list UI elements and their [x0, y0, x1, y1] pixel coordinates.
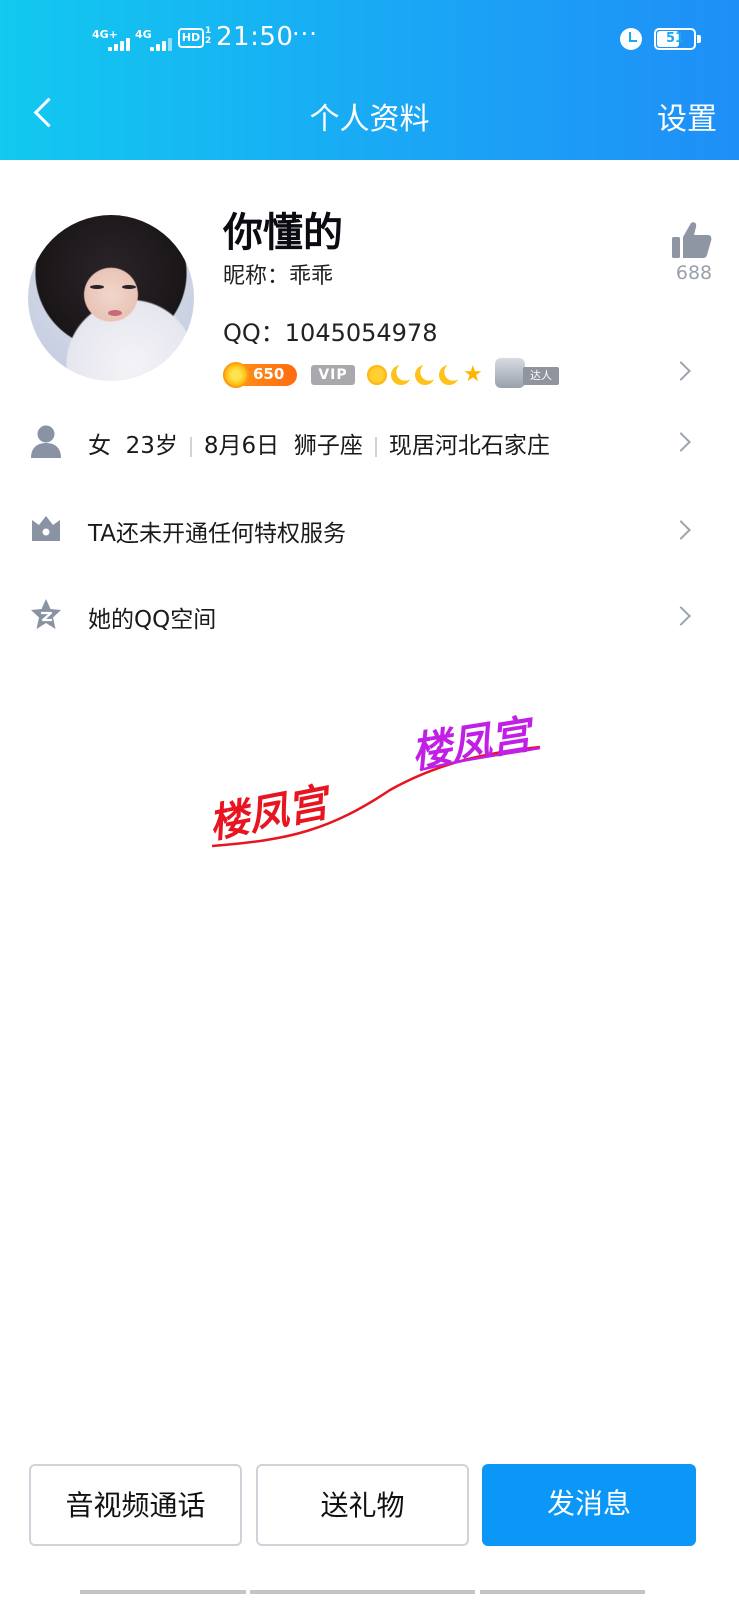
chevron-right-icon [671, 520, 691, 540]
more-notifications-icon: ··· [292, 20, 318, 48]
chevron-right-icon [671, 606, 691, 626]
alarm-icon [620, 28, 642, 50]
home-indicator [80, 1590, 246, 1594]
vip-badge: VIP [311, 365, 355, 385]
profile-name: 你懂的 [223, 210, 343, 256]
send-message-button[interactable]: 发消息 [482, 1464, 696, 1546]
privilege-text: TA还未开通任何特权服务 [88, 521, 346, 547]
qzone-text: 她的QQ空间 [88, 607, 217, 633]
profile-qq-number[interactable]: QQ：1045054978 [223, 313, 437, 348]
chevron-right-icon [671, 432, 691, 452]
send-gift-button[interactable]: 送礼物 [256, 1464, 469, 1546]
age: 23岁 [125, 433, 178, 459]
home-indicator [480, 1590, 645, 1594]
watermark-text-1: 楼凤宫 [205, 779, 336, 848]
qzone-row[interactable]: 她的QQ空间 [0, 584, 739, 644]
gender: 女 [88, 433, 111, 459]
crown-icon [32, 516, 60, 541]
star-level-icon: ★ [463, 362, 483, 387]
settings-button[interactable]: 设置 [657, 94, 717, 138]
signal-icon [108, 38, 130, 51]
battery-level: 51 [665, 31, 685, 46]
hd-sub-label: 12 [205, 26, 212, 46]
sun-level-icon [367, 365, 387, 385]
top-header: 4G+ 4G HD 12 21:50 ··· 51 个人资料 设置 [0, 0, 739, 160]
basic-info-row[interactable]: 女 23岁 8月6日 狮子座 现居河北石家庄 [0, 410, 739, 470]
status-bar: 4G+ 4G HD 12 21:50 ··· 51 [0, 20, 739, 62]
zodiac: 狮子座 [293, 433, 363, 459]
thumbs-up-icon [672, 222, 712, 258]
qzone-star-icon [31, 599, 61, 629]
privilege-row[interactable]: TA还未开通任何特权服务 [0, 498, 739, 558]
daren-label: 达人 [523, 367, 559, 385]
avatar[interactable] [28, 215, 194, 381]
location: 现居河北石家庄 [388, 433, 550, 459]
badge-row[interactable]: 650 VIP ★ 达人 [223, 358, 583, 390]
daren-icon [495, 358, 525, 388]
person-icon [31, 425, 61, 458]
signal-icon-2 [150, 38, 172, 51]
basic-info-text: 女 23岁 8月6日 狮子座 现居河北石家庄 [88, 426, 550, 460]
coin-icon [223, 362, 249, 388]
clock: 21:50 [216, 22, 294, 52]
home-indicator [250, 1590, 475, 1594]
daren-badge: 达人 [495, 358, 561, 388]
watermark-text-2: 楼凤宫 [408, 711, 539, 776]
coin-badge: 650 [223, 362, 297, 388]
like-button[interactable]: 688 [668, 220, 712, 290]
profile-nickname: 昵称：乖乖 [223, 264, 334, 289]
moon-level-icon [439, 365, 459, 385]
divider [189, 436, 192, 457]
moon-level-icon [415, 365, 435, 385]
battery-tip [697, 35, 701, 43]
chevron-right-icon [671, 361, 691, 381]
page-title: 个人资料 [309, 102, 430, 137]
moon-level-icon [391, 365, 411, 385]
call-button[interactable]: 音视频通话 [29, 1464, 242, 1546]
battery-icon: 51 [654, 28, 696, 50]
coin-count: 650 [253, 365, 285, 383]
divider [374, 436, 377, 457]
like-count: 688 [675, 262, 713, 284]
hd-voice-icon: HD [178, 28, 204, 48]
birthday: 8月6日 [203, 433, 280, 459]
